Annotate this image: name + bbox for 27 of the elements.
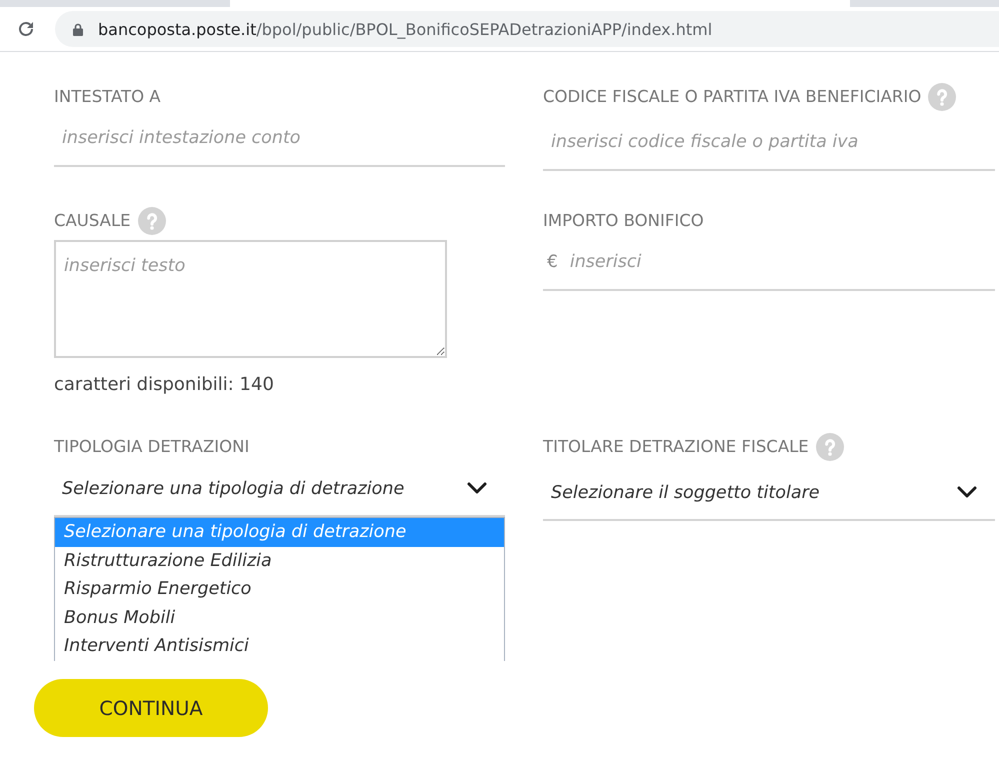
field-label: CODICE FISCALE O PARTITA IVA BENEFICIARIO — [543, 87, 922, 107]
text-area[interactable]: inserisci testo — [54, 240, 447, 358]
text-input[interactable]: inserisci intestazione conto — [54, 111, 505, 167]
dropdown-option[interactable]: Bonus Mobili — [55, 604, 504, 632]
text-input[interactable]: inserisci codice fiscale o partita iva — [543, 115, 995, 171]
address-bar[interactable]: bancoposta.poste.it/bpol/public/BPOL_BonificoSEPADetrazioniAPP/index.html — [55, 11, 999, 47]
field-label: TITOLARE DETRAZIONE FISCALE — [543, 437, 809, 457]
url-text: bancoposta.poste.it/bpol/public/BPOL_BonificoSEPADetrazioniAPP/index.html — [98, 20, 712, 38]
currency-symbol: € — [547, 252, 558, 272]
field-label: INTESTATO A — [54, 87, 161, 107]
amount-input[interactable]: inserisci — [570, 247, 995, 277]
dropdown-option[interactable]: Ristrutturazione Edilizia — [55, 546, 504, 575]
field-label: TIPOLOGIA DETRAZIONI — [54, 437, 250, 457]
lock-icon — [73, 22, 83, 36]
chevron-down-icon — [467, 482, 487, 494]
field-label: CAUSALE — [54, 211, 131, 231]
help-icon[interactable] — [928, 83, 956, 111]
help-icon[interactable] — [138, 207, 166, 235]
dropdown-option[interactable]: Interventi Antisismici — [55, 632, 504, 660]
reload-icon[interactable] — [17, 20, 35, 38]
dropdown[interactable]: Selezionare il soggetto titolare — [543, 465, 995, 521]
character-counter: caratteri disponibili: 140 — [54, 373, 275, 397]
help-icon[interactable] — [816, 433, 844, 461]
chevron-down-icon — [957, 486, 977, 498]
field-label: IMPORTO BONIFICO — [543, 211, 704, 231]
continue-button[interactable]: CONTINUA — [34, 679, 268, 737]
dropdown-option[interactable]: Risparmio Energetico — [55, 575, 504, 604]
